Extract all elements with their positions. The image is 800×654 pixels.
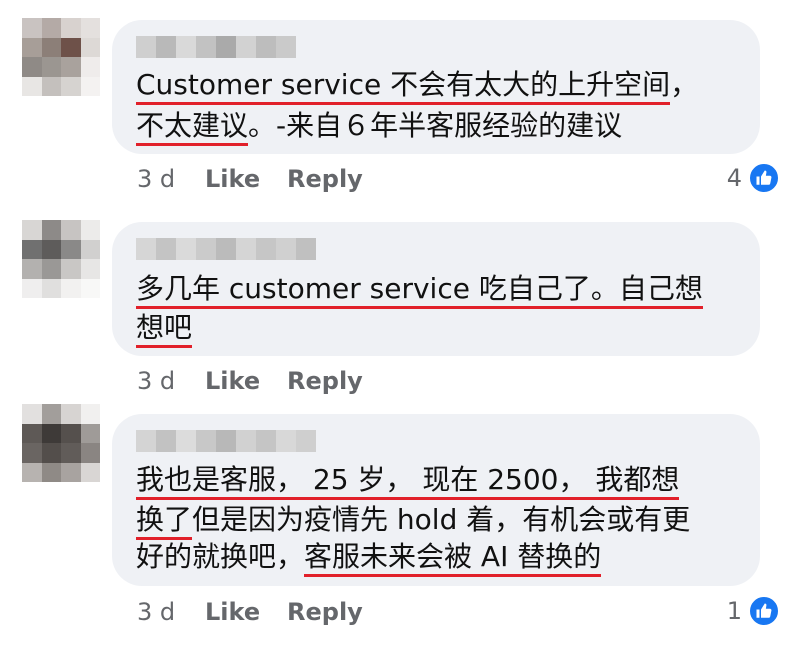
reply-button[interactable]: Reply <box>287 165 363 193</box>
author-name-blurred[interactable] <box>136 238 316 260</box>
avatar[interactable] <box>22 18 100 96</box>
comment-text-line: 好的就换吧，客服未来会被 AI 替换的 <box>136 540 602 577</box>
comment-text-line: 多几年 customer service 吃自己了。自己想 <box>136 272 703 309</box>
reaction-number: 1 <box>726 597 742 625</box>
reaction-count[interactable]: 4 <box>722 162 780 194</box>
comment-text-line: 想吧 <box>136 311 193 348</box>
comment-actions: 3 d Like Reply <box>137 165 363 193</box>
like-button[interactable]: Like <box>205 367 287 395</box>
reaction-number: 4 <box>726 164 742 192</box>
reaction-count[interactable]: 1 <box>722 595 780 627</box>
comment-bubble: 多几年 customer service 吃自己了。自己想 想吧 <box>112 222 760 356</box>
like-thumb-icon <box>748 595 780 627</box>
like-button[interactable]: Like <box>205 598 287 626</box>
comment-text-line: 我也是客服， 25 岁， 现在 2500， 我都想 <box>136 463 680 500</box>
like-button[interactable]: Like <box>205 165 287 193</box>
avatar[interactable] <box>22 220 100 298</box>
like-thumb-icon <box>748 162 780 194</box>
comment-text-line: Customer service 不会有太大的上升空间， <box>136 68 698 105</box>
comment-text-line: 换了但是因为疫情先 hold 着，有机会或有更 <box>136 503 690 540</box>
reply-button[interactable]: Reply <box>287 367 363 395</box>
comment-actions: 3 d Like Reply <box>137 598 363 626</box>
comment-bubble: 我也是客服， 25 岁， 现在 2500， 我都想 换了但是因为疫情先 hold… <box>112 414 760 586</box>
comment-actions: 3 d Like Reply <box>137 367 363 395</box>
author-name-blurred[interactable] <box>136 430 316 452</box>
avatar[interactable] <box>22 404 100 482</box>
timestamp[interactable]: 3 d <box>137 165 205 193</box>
comment-text-line: 不太建议。-来自６年半客服经验的建议 <box>136 109 622 146</box>
author-name-blurred[interactable] <box>136 36 296 58</box>
comment-bubble: Customer service 不会有太大的上升空间， 不太建议。-来自６年半… <box>112 20 760 154</box>
timestamp[interactable]: 3 d <box>137 598 205 626</box>
timestamp[interactable]: 3 d <box>137 367 205 395</box>
reply-button[interactable]: Reply <box>287 598 363 626</box>
